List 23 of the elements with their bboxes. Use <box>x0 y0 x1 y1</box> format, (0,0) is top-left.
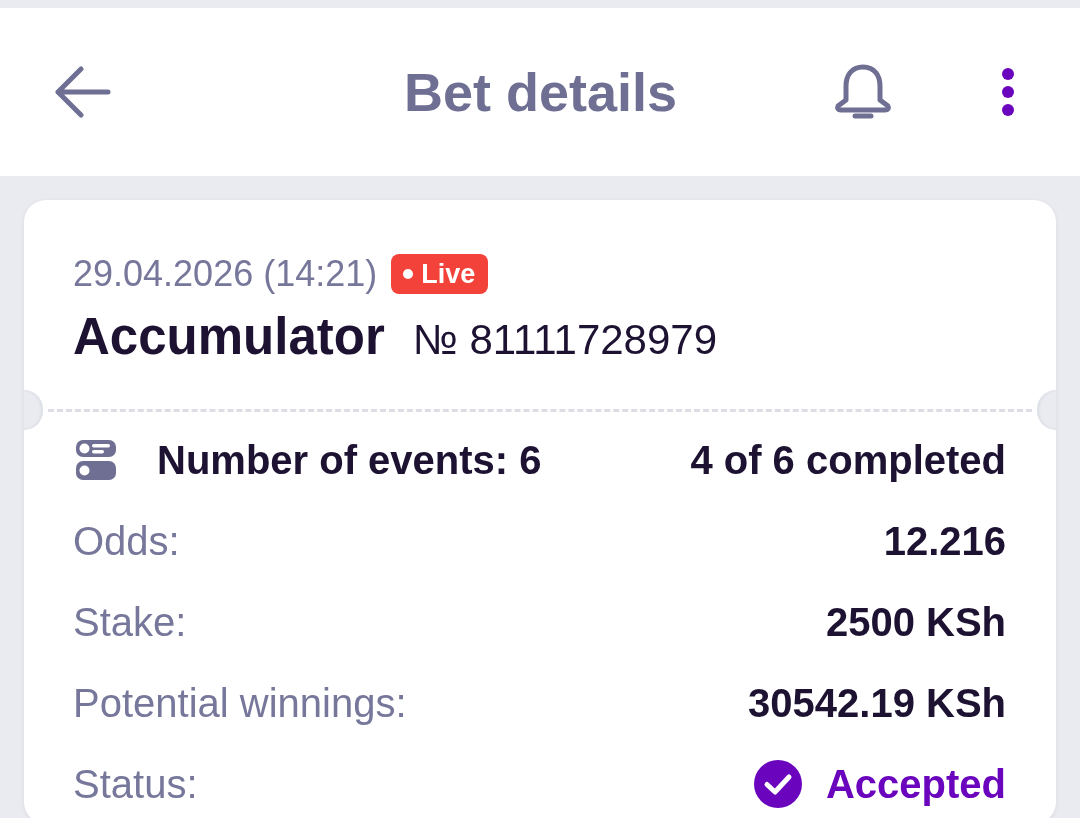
ticket-notch <box>1037 390 1056 430</box>
events-list-icon <box>76 439 116 480</box>
detail-label: Potential winnings: <box>73 679 407 726</box>
back-arrow-icon[interactable] <box>55 66 111 118</box>
more-options-icon[interactable] <box>1000 68 1016 116</box>
detail-value: 12.216 <box>883 517 1006 564</box>
bet-type: Accumulator <box>73 309 385 365</box>
detail-label: Status: <box>73 760 198 807</box>
detail-label: Odds: <box>73 517 180 564</box>
detail-value: 30542.19 KSh <box>748 679 1006 726</box>
status-value: Accepted <box>825 760 1006 807</box>
bet-number: № 81111728979 <box>412 317 718 363</box>
live-dot-icon <box>403 269 414 279</box>
page-title: Bet details <box>403 61 678 124</box>
detail-value: 2500 KSh <box>825 598 1006 645</box>
detail-label: Stake: <box>73 598 187 645</box>
events-count: Number of events: 6 <box>157 436 542 483</box>
check-circle-icon <box>753 759 802 808</box>
ticket-notch <box>24 390 43 430</box>
live-label: Live <box>421 259 476 289</box>
bet-date: 29.04.2026 (14:21) <box>73 254 378 294</box>
notification-bell-icon[interactable] <box>834 64 892 120</box>
completed-count-text: 4 of 6 completed <box>690 436 1006 483</box>
